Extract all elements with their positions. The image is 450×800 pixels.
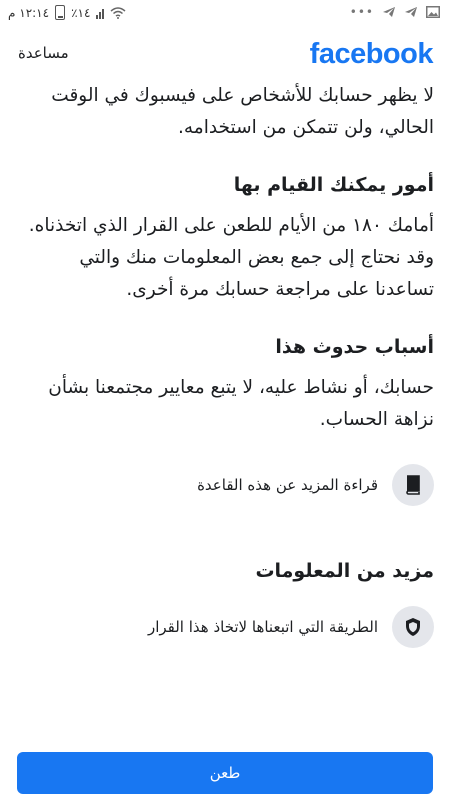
facebook-logo: facebook xyxy=(309,38,434,70)
header: facebook مساعدة xyxy=(0,34,450,78)
more-icon: ••• xyxy=(349,5,374,19)
battery-icon xyxy=(55,5,66,20)
status-bar: ١٢:١٤ م ٪١٤ ••• xyxy=(0,0,450,30)
decision-process-label: الطريقة التي اتبعناها لاتخاذ هذا القرار xyxy=(147,618,378,636)
status-left: ١٢:١٤ م ٪١٤ xyxy=(8,5,126,20)
status-time: ١٢:١٤ م xyxy=(8,5,50,20)
gallery-icon xyxy=(426,6,440,18)
section-title-what-you-can-do: أمور يمكنك القيام بها xyxy=(233,174,434,196)
decision-process-link[interactable]: الطريقة التي اتبعناها لاتخاذ هذا القرار xyxy=(16,606,434,648)
telegram-icon xyxy=(383,7,395,17)
help-link[interactable]: مساعدة xyxy=(18,44,69,62)
book-icon xyxy=(392,464,434,506)
battery-level: ٪١٤ xyxy=(71,5,91,20)
read-more-rule-link[interactable]: قراءة المزيد عن هذه القاعدة xyxy=(16,464,434,506)
section-title-why: أسباب حدوث هذا xyxy=(275,336,434,358)
appeal-button[interactable]: طعن xyxy=(17,752,433,794)
section-body-what-you-can-do: أمامك ١٨٠ من الأيام للطعن على القرار الذ… xyxy=(28,215,434,300)
wifi-icon xyxy=(110,6,126,19)
telegram-icon xyxy=(405,7,417,17)
signal-icon xyxy=(96,7,105,19)
intro-text: لا يظهر حسابك للأشخاص على فيسبوك في الوق… xyxy=(51,85,434,138)
status-right: ••• xyxy=(350,5,440,19)
shield-icon xyxy=(392,606,434,648)
read-more-rule-label: قراءة المزيد عن هذه القاعدة xyxy=(197,476,378,494)
section-title-more-info: مزيد من المعلومات xyxy=(255,560,434,582)
main-content: لا يظهر حسابك للأشخاص على فيسبوك في الوق… xyxy=(16,80,434,648)
section-body-why: حسابك، أو نشاط عليه، لا يتبع معايير مجتم… xyxy=(48,377,434,430)
